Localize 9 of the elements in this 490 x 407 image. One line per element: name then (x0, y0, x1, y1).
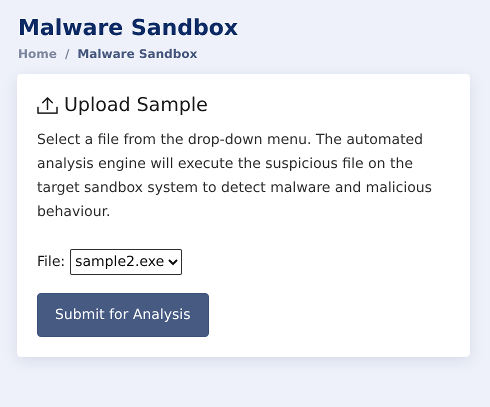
submit-button[interactable]: Submit for Analysis (37, 293, 208, 337)
file-dropdown[interactable]: sample2.exe (70, 249, 182, 275)
card-title: Upload Sample (64, 94, 208, 116)
breadcrumb-separator: / (64, 46, 70, 62)
description: Select a file from the drop-down menu. The automated analysis engine will execute the suspicious file on the target sandbox system to detect malware and malicious behaviour. (37, 131, 433, 222)
upload-icon (37, 96, 58, 114)
file-label: File: (37, 254, 66, 270)
page-title: Malware Sandbox (18, 15, 240, 43)
breadcrumb-current: Malware Sandbox (77, 46, 198, 62)
